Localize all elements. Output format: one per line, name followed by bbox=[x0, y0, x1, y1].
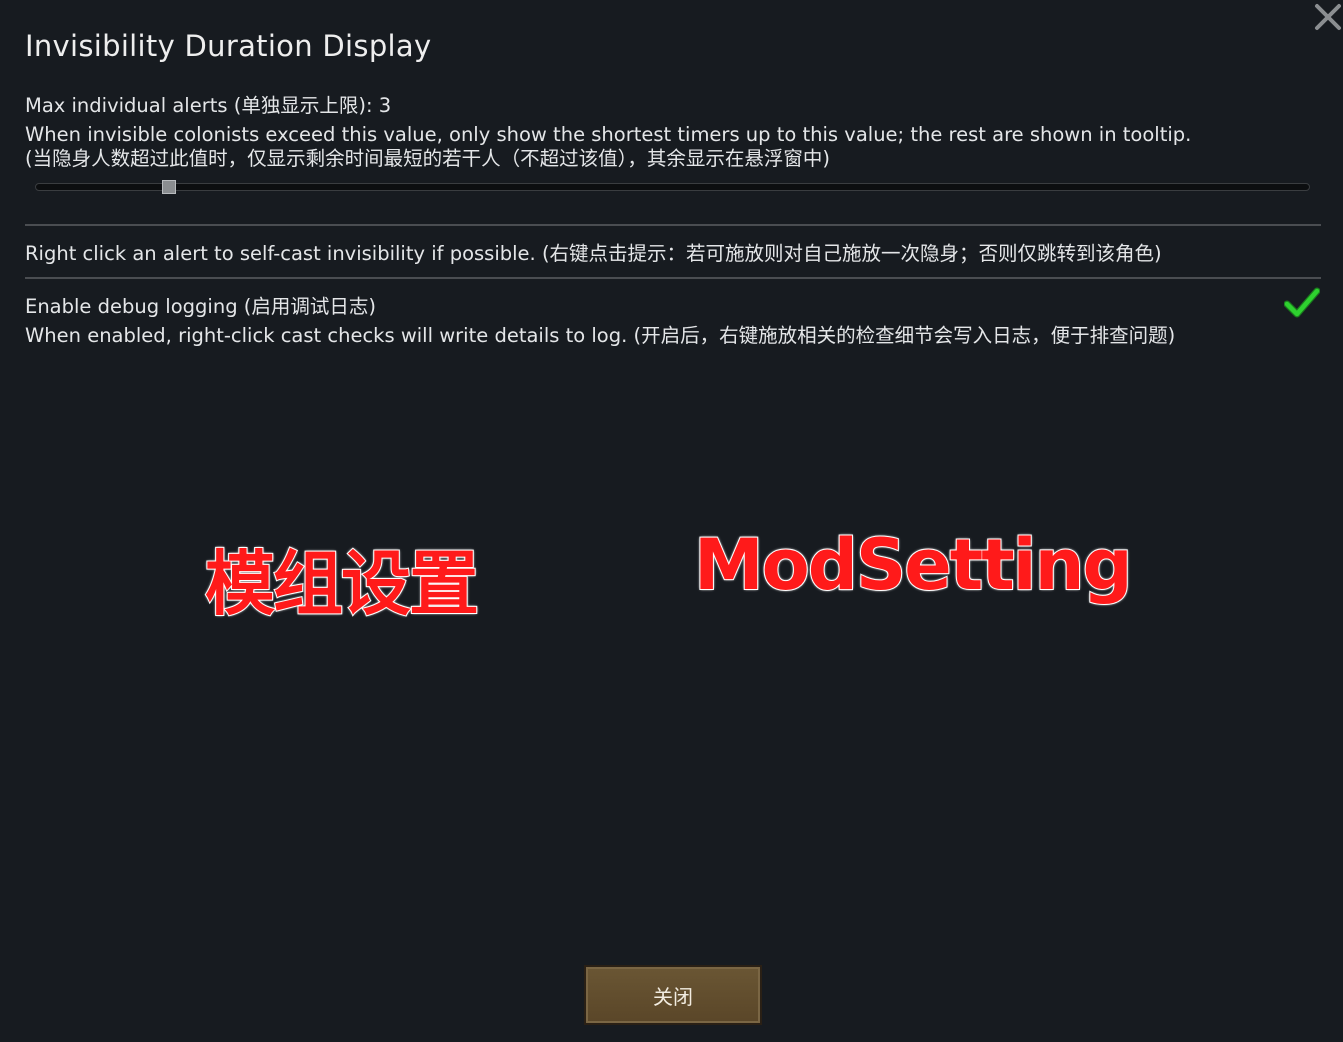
overlay-title-cn: 模组设置 bbox=[204, 542, 480, 626]
max-alerts-label: Max individual alerts (单独显示上限): 3 bbox=[25, 94, 392, 117]
divider bbox=[25, 224, 1321, 226]
close-icon[interactable] bbox=[1313, 2, 1343, 32]
mod-settings-window: Invisibility Duration Display Max indivi… bbox=[0, 0, 1343, 1042]
overlay-title-en: ModSetting bbox=[693, 523, 1134, 607]
divider bbox=[25, 277, 1321, 279]
debug-logging-label[interactable]: Enable debug logging (启用调试日志) bbox=[25, 290, 376, 319]
max-alerts-description-en: When invisible colonists exceed this val… bbox=[25, 123, 1192, 146]
checkmark-icon[interactable] bbox=[1284, 287, 1320, 319]
right-click-setting-label[interactable]: Right click an alert to self-cast invisi… bbox=[25, 237, 1162, 266]
max-alerts-slider-track[interactable] bbox=[35, 183, 1310, 191]
max-alerts-description: When invisible colonists exceed this val… bbox=[25, 123, 1191, 171]
page-title: Invisibility Duration Display bbox=[25, 29, 432, 63]
max-alerts-description-cn: (当隐身人数超过此值时，仅显示剩余时间最短的若干人（不超过该值），其余显示在悬浮… bbox=[25, 147, 830, 170]
debug-logging-description: When enabled, right-click cast checks wi… bbox=[25, 324, 1176, 347]
max-alerts-slider-handle[interactable] bbox=[162, 180, 176, 194]
close-button[interactable]: 关闭 bbox=[584, 965, 762, 1025]
